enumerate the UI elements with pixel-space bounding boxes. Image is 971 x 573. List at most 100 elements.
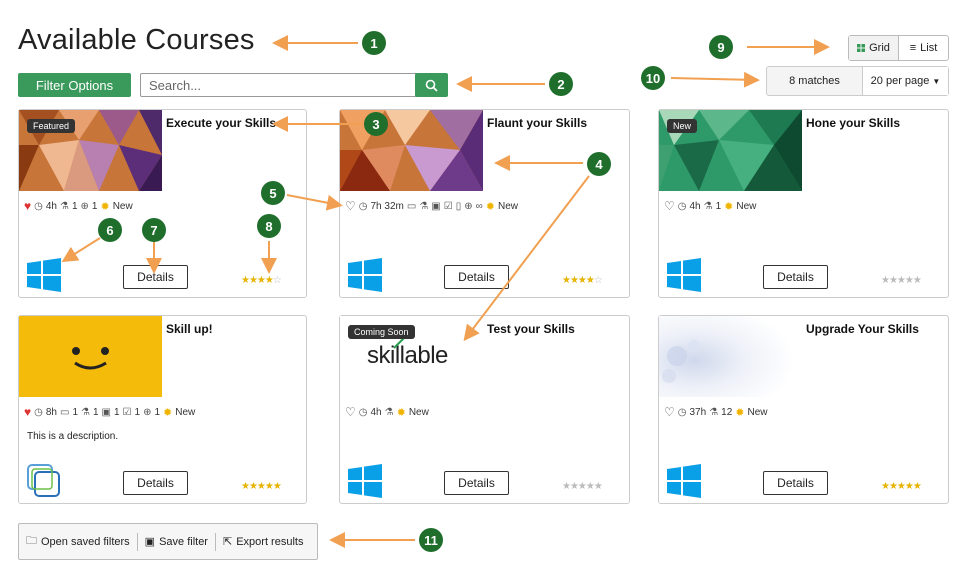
lab-flask-icon: ⚗	[59, 200, 69, 212]
star-rating: ★★★★★	[881, 481, 922, 492]
callout-6: 6	[98, 218, 122, 242]
course-image[interactable]	[340, 110, 483, 191]
media-file-icon: ▣	[101, 406, 111, 418]
checkbox-icon: ☑	[443, 200, 453, 212]
list-view-button[interactable]: ≡ List	[899, 36, 948, 60]
clock-icon: ◷	[34, 200, 43, 212]
course-meta: ♡ ◷ 7h 32m ▭ ⚗ ▣ ☑ ▯ ⊕ ∞ ✹ New	[345, 199, 518, 213]
callout-10: 10	[641, 66, 665, 90]
heart-outline-icon[interactable]: ♡	[345, 199, 356, 213]
details-button[interactable]: Details	[763, 471, 828, 495]
search-button[interactable]	[415, 73, 448, 97]
course-meta: ♥ ◷ 8h ▭ 1 ⚗ 1 ▣ 1 ☑ 1 ⊕ 1 ✹ New	[24, 405, 196, 419]
new-sun-icon: ✹	[100, 200, 110, 213]
new-sun-icon: ✹	[163, 406, 173, 419]
course-meta: ♡ ◷ 37h ⚗ 12 ✹ New	[664, 405, 768, 419]
save-filter-button[interactable]: ▣ Save filter	[136, 532, 215, 551]
details-button[interactable]: Details	[123, 471, 188, 495]
heart-outline-icon[interactable]: ♡	[345, 405, 356, 419]
heart-filled-icon[interactable]: ♥	[24, 199, 31, 213]
course-title[interactable]: Skill up!	[166, 322, 213, 336]
heart-outline-icon[interactable]: ♡	[664, 405, 675, 419]
course-title[interactable]: Hone your Skills	[806, 116, 900, 130]
clock-icon: ◷	[358, 406, 368, 418]
coming-soon-badge: Coming Soon	[348, 325, 415, 339]
list-icon: ≡	[909, 42, 917, 54]
document-icon: ▯	[455, 200, 462, 212]
grid-label: Grid	[869, 42, 890, 54]
save-disk-icon: ▣	[144, 536, 156, 548]
windows-icon	[348, 258, 382, 292]
course-card: Flaunt your Skills ♡ ◷ 7h 32m ▭ ⚗ ▣ ☑ ▯ ⊕…	[339, 109, 630, 298]
clock-icon: ◷	[358, 200, 368, 212]
saved-filters-bar: 🗀 Open saved filters ▣ Save filter ⇱ Exp…	[18, 523, 318, 560]
callout-8: 8	[257, 214, 281, 238]
lab-flask-icon: ⚗	[419, 200, 429, 212]
export-results-label: Export results	[236, 535, 304, 548]
list-label: List	[920, 42, 938, 54]
windows-icon	[667, 258, 701, 292]
course-card: Featured Execute your Skills ♥ ◷ 4h ⚗ 1 ⊕ 1…	[18, 109, 307, 298]
page-title: Available Courses	[18, 24, 255, 56]
course-meta: ♡ ◷ 4h ⚗ 1 ✹ New	[664, 199, 757, 213]
search-input[interactable]	[140, 73, 426, 97]
callout-9: 9	[709, 35, 733, 59]
course-title[interactable]: Execute your Skills	[166, 116, 276, 130]
open-saved-filters-label: Open saved filters	[41, 535, 130, 548]
results-bar: 8 matches 20 per page ▼	[766, 66, 949, 96]
course-title[interactable]: Flaunt your Skills	[487, 116, 587, 130]
callout-3: 3	[364, 112, 388, 136]
clock-icon: ◷	[677, 406, 687, 418]
callout-5: 5	[261, 181, 285, 205]
course-image[interactable]	[19, 316, 162, 397]
globe-icon: ⊕	[143, 406, 152, 418]
per-page-label: 20 per page	[870, 75, 930, 87]
filter-options-button[interactable]: Filter Options	[18, 73, 131, 97]
course-title[interactable]: Test your Skills	[487, 322, 575, 336]
clock-icon: ◷	[34, 406, 43, 418]
export-icon: ⇱	[222, 536, 233, 548]
new-sun-icon: ✹	[485, 200, 495, 213]
open-saved-filters-button[interactable]: 🗀 Open saved filters	[19, 533, 137, 551]
details-button[interactable]: Details	[763, 265, 828, 289]
star-rating: ★★★★☆	[562, 275, 603, 286]
per-page-dropdown[interactable]: 20 per page ▼	[863, 67, 948, 95]
details-button[interactable]: Details	[444, 265, 509, 289]
windows-icon	[348, 464, 382, 498]
heart-filled-icon[interactable]: ♥	[24, 405, 31, 419]
star-rating: ★★★★★	[881, 275, 922, 286]
globe-icon: ⊕	[80, 200, 89, 212]
star-rating: ★★★★☆	[241, 275, 282, 286]
course-meta: ♥ ◷ 4h ⚗ 1 ⊕ 1 ✹ New	[24, 199, 133, 213]
course-card: New Hone your Skills ♡ ◷ 4h ⚗ 1 ✹ New Detai…	[658, 109, 949, 298]
video-icon: ▭	[406, 200, 417, 212]
details-button[interactable]: Details	[444, 471, 509, 495]
clock-icon: ◷	[677, 200, 687, 212]
featured-badge: Featured	[27, 119, 76, 133]
course-title[interactable]: Upgrade Your Skills	[806, 322, 919, 336]
video-icon: ▭	[59, 406, 70, 418]
new-sun-icon: ✹	[735, 406, 745, 419]
course-meta: ♡ ◷ 4h ⚗ ✹ New	[345, 405, 429, 419]
details-button[interactable]: Details	[123, 265, 188, 289]
course-card: skillable Coming Soon Test your Skills ♡…	[339, 315, 630, 504]
search-icon	[425, 79, 438, 92]
grid-icon	[857, 44, 866, 52]
heart-outline-icon[interactable]: ♡	[664, 199, 675, 213]
callout-2: 2	[549, 72, 573, 96]
export-results-button[interactable]: ⇱ Export results	[214, 532, 310, 551]
callout-1: 1	[362, 31, 386, 55]
lab-flask-icon: ⚗	[709, 406, 719, 418]
course-card: Upgrade Your Skills ♡ ◷ 37h ⚗ 12 ✹ New Deta…	[658, 315, 949, 504]
caret-down-icon: ▼	[932, 76, 941, 86]
callout-4: 4	[587, 152, 611, 176]
star-rating: ★★★★★	[241, 481, 282, 492]
skillable-logo: skillable	[367, 342, 448, 369]
windows-icon	[667, 464, 701, 498]
stack-icon	[27, 464, 60, 497]
course-image[interactable]	[659, 316, 802, 397]
grid-view-button[interactable]: Grid	[849, 36, 899, 60]
new-sun-icon: ✹	[724, 200, 734, 213]
folder-icon: 🗀	[26, 535, 37, 547]
save-filter-label: Save filter	[159, 535, 208, 548]
